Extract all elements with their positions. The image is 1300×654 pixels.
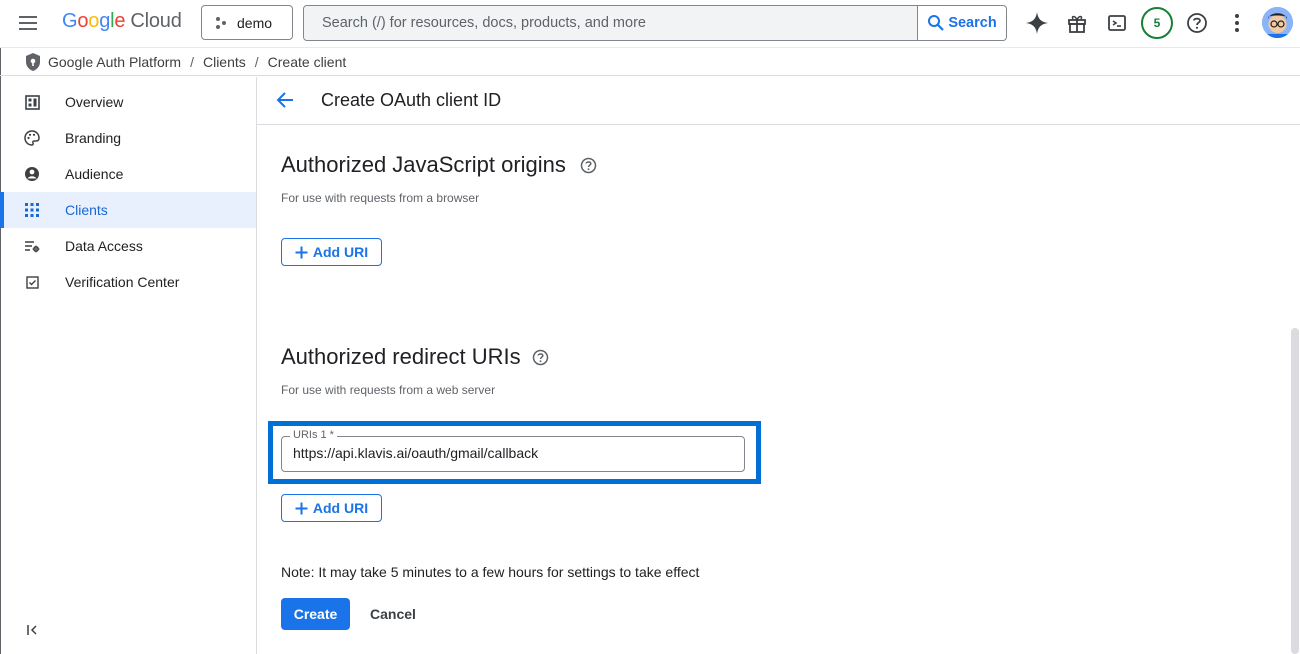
cloud-shell-icon[interactable] <box>1105 11 1129 35</box>
palette-icon <box>24 130 40 146</box>
breadcrumb-item-clients[interactable]: Clients <box>203 54 246 70</box>
search-input[interactable]: Search (/) for resources, docs, products… <box>304 6 917 40</box>
add-js-origin-button[interactable]: Add URI <box>281 238 382 266</box>
page-title: Create OAuth client ID <box>321 90 502 110</box>
search-icon <box>928 15 945 31</box>
redirect-uris-help-icon[interactable] <box>532 349 550 367</box>
redirect-uri-input[interactable] <box>293 445 733 461</box>
breadcrumb-item-auth-platform[interactable]: Google Auth Platform <box>48 54 181 70</box>
breadcrumb-item-create-client: Create client <box>267 53 347 70</box>
settings-note: Note: It may take 5 minutes to a few hou… <box>281 564 700 580</box>
verification-icon <box>24 274 40 290</box>
dashboard-icon <box>24 94 40 110</box>
sidebar: Overview Branding Audience Clients Data … <box>0 77 257 654</box>
project-picker[interactable]: demo <box>201 5 293 40</box>
collapse-icon[interactable] <box>26 623 40 637</box>
search-bar[interactable]: Search (/) for resources, docs, products… <box>303 5 1007 41</box>
avatar[interactable] <box>1262 7 1293 38</box>
apps-grid-icon <box>24 202 40 218</box>
gemini-sparkle-icon[interactable] <box>1025 11 1049 35</box>
sidebar-item-audience[interactable]: Audience <box>0 156 256 192</box>
gift-icon[interactable] <box>1065 11 1089 35</box>
js-origins-hint: For use with requests from a browser <box>281 191 480 205</box>
js-origins-help-icon[interactable] <box>580 157 598 175</box>
notification-badge[interactable]: 5 <box>1141 7 1173 39</box>
page-header: Create OAuth client ID <box>257 77 1300 125</box>
cancel-button[interactable]: Cancel <box>362 598 424 630</box>
js-origins-title: Authorized JavaScript origins <box>281 152 566 177</box>
redirect-uris-title: Authorized redirect URIs <box>281 344 521 369</box>
create-button[interactable]: Create <box>281 598 350 630</box>
breadcrumb-separator: / <box>190 53 194 70</box>
search-button[interactable]: Search <box>917 6 1006 40</box>
person-icon <box>24 166 40 182</box>
shield-icon <box>26 52 40 71</box>
plus-icon <box>295 502 308 514</box>
help-icon[interactable] <box>1185 11 1209 35</box>
plus-icon <box>295 246 308 258</box>
project-name: demo <box>237 14 273 31</box>
data-access-icon <box>24 238 40 254</box>
more-vert-icon[interactable] <box>1225 11 1249 35</box>
breadcrumb-separator: / <box>254 53 259 70</box>
top-bar: Google Cloud demo Search (/) for resource… <box>0 0 1300 47</box>
google-cloud-logo[interactable]: Google Cloud <box>62 10 182 33</box>
redirect-uri-field[interactable]: URIs 1 * <box>281 429 745 472</box>
breadcrumb: Google Auth Platform / Clients / Create … <box>0 47 1300 76</box>
sidebar-item-overview[interactable]: Overview <box>0 84 256 120</box>
project-icon <box>216 16 226 29</box>
back-arrow-icon[interactable] <box>276 91 294 114</box>
redirect-uri-label: URIs 1 * <box>290 429 337 441</box>
sidebar-item-data-access[interactable]: Data Access <box>0 228 256 264</box>
sidebar-item-clients[interactable]: Clients <box>0 192 256 228</box>
sidebar-item-verification-center[interactable]: Verification Center <box>0 264 256 300</box>
add-redirect-uri-button[interactable]: Add URI <box>281 494 382 522</box>
menu-icon[interactable] <box>17 12 39 34</box>
scrollbar[interactable] <box>1291 328 1299 654</box>
sidebar-item-branding[interactable]: Branding <box>0 120 256 156</box>
redirect-uris-hint: For use with requests from a web server <box>281 383 496 397</box>
